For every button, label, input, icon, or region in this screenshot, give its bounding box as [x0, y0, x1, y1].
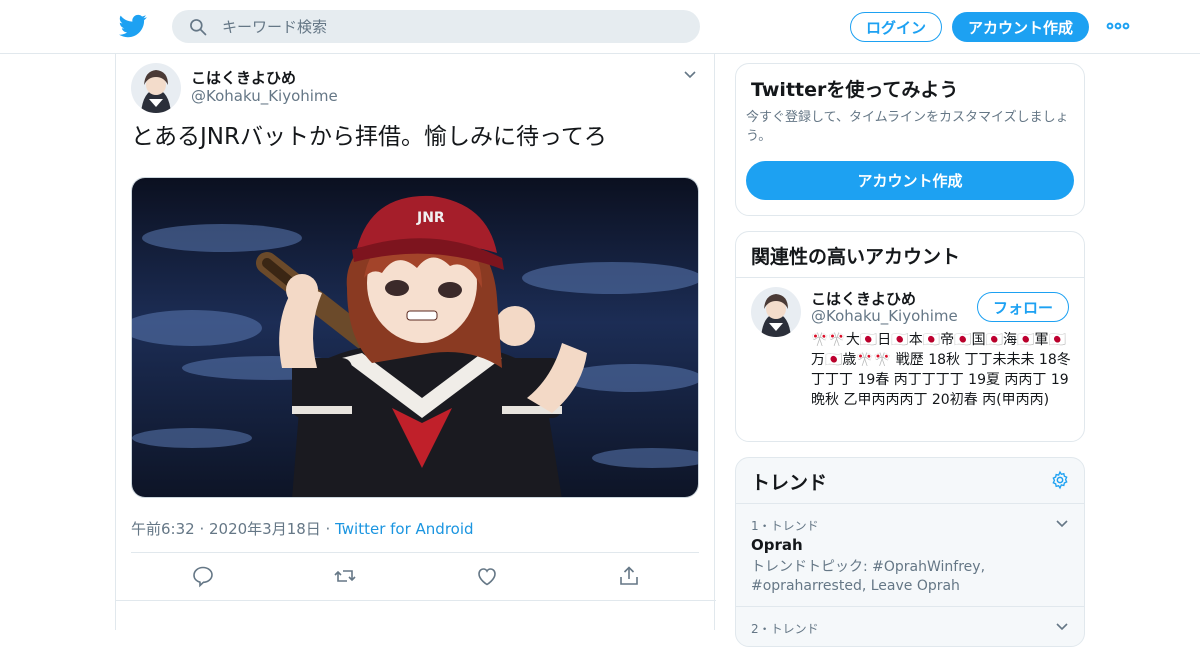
account-handle[interactable]: @Kohaku_Kiyohime: [811, 307, 958, 325]
cap-logo-text: JNR: [416, 210, 445, 226]
signup-card: Twitterを使ってみよう 今すぐ登録して、タイムラインをカスタマイズしましょ…: [735, 63, 1085, 216]
like-icon[interactable]: [475, 564, 499, 588]
search-icon: [190, 19, 207, 36]
login-button[interactable]: ログイン: [850, 12, 942, 42]
trend-item[interactable]: 1・トレンド Oprah トレンドトピック: #OprahWinfrey, #o…: [736, 504, 1084, 606]
tweet-action-bar: [116, 554, 716, 600]
trend-item[interactable]: 2・トレンド: [736, 607, 1084, 646]
avatar[interactable]: [131, 63, 181, 113]
search-input[interactable]: [222, 10, 682, 43]
trends-card: トレンド 1・トレンド Oprah トレンドトピック: #OprahWinfre…: [735, 457, 1085, 647]
share-icon[interactable]: [617, 564, 641, 588]
tweet-text: とあるJNRバットから拝借。愉しみに待ってろ: [131, 124, 607, 150]
author-handle[interactable]: @Kohaku_Kiyohime: [191, 87, 338, 105]
gear-icon[interactable]: [1050, 470, 1070, 490]
search-box[interactable]: [172, 10, 700, 43]
tweet-metadata: 午前6:32 · 2020年3月18日 · Twitter for Androi…: [131, 518, 474, 539]
more-horizontal-icon[interactable]: [1106, 19, 1130, 33]
account-bio: 🎌🎌大🇯🇵日🇯🇵本🇯🇵帝🇯🇵国🇯🇵海🇯🇵軍🇯🇵万🇯🇵歳🎌🎌 戦歴 18秋 丁丁未…: [811, 332, 1071, 408]
tweet-source-link[interactable]: Twitter for Android: [335, 520, 473, 538]
card-title: 関連性の高いアカウント: [751, 246, 961, 268]
top-navigation-bar: ログイン アカウント作成: [0, 0, 1200, 54]
create-account-button[interactable]: アカウント作成: [746, 161, 1074, 200]
retweet-icon[interactable]: [333, 564, 357, 588]
tweet-media-image[interactable]: JNR: [131, 177, 699, 498]
account-name[interactable]: こはくきよひめ: [811, 288, 916, 309]
tweet-timestamp[interactable]: 午前6:32 · 2020年3月18日 ·: [131, 520, 335, 538]
twitter-bird-icon[interactable]: [119, 12, 147, 40]
chevron-down-icon[interactable]: [1054, 619, 1070, 635]
chevron-down-icon[interactable]: [1054, 516, 1070, 532]
card-description: 今すぐ登録して、タイムラインをカスタマイズしましょう。: [746, 110, 1069, 144]
trend-name: Oprah: [751, 536, 803, 554]
related-accounts-card: 関連性の高いアカウント こはくきよひめ @Kohaku_Kiyohime フォロ…: [735, 231, 1085, 442]
divider: [131, 552, 699, 553]
trend-rank: 1・トレンド: [751, 519, 819, 533]
tweet-detail: こはくきよひめ @Kohaku_Kiyohime とあるJNRバットから拝借。愉…: [115, 54, 716, 630]
trend-rank: 2・トレンド: [751, 622, 819, 636]
trend-description: トレンドトピック: #OprahWinfrey, #opraharrested,…: [751, 559, 986, 594]
follow-button[interactable]: フォロー: [977, 292, 1069, 322]
author-name[interactable]: こはくきよひめ: [191, 67, 296, 88]
divider: [116, 600, 716, 601]
chevron-down-icon[interactable]: [682, 67, 698, 83]
divider: [736, 277, 1084, 278]
signup-button[interactable]: アカウント作成: [952, 12, 1089, 42]
card-title: Twitterを使ってみよう: [751, 79, 959, 101]
reply-icon[interactable]: [191, 564, 215, 588]
avatar[interactable]: [751, 287, 801, 337]
card-title: トレンド: [751, 472, 828, 494]
